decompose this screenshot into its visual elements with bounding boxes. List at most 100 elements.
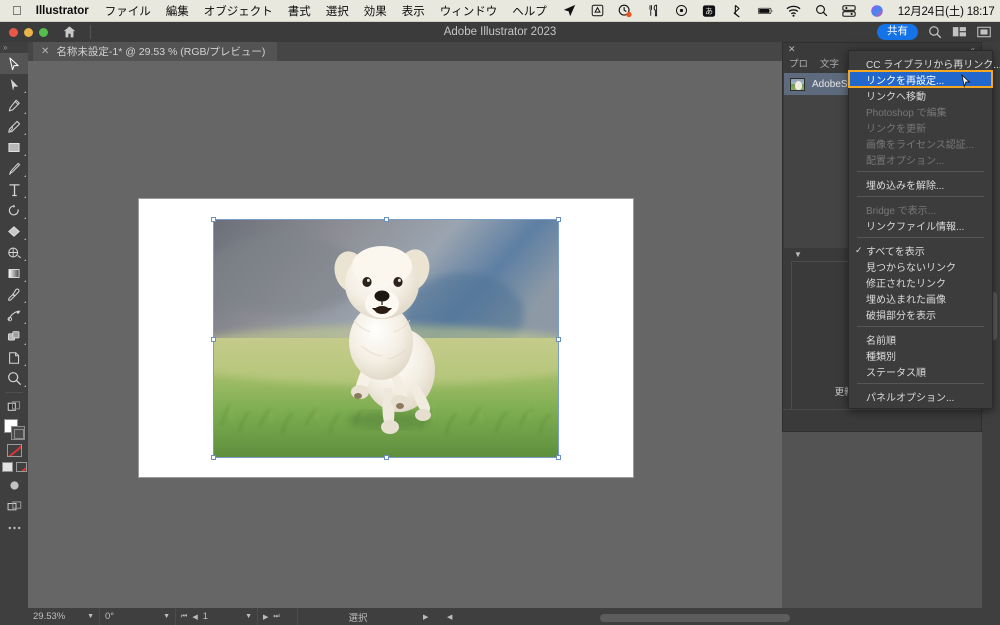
chevron-down-icon[interactable]: ▼ xyxy=(245,613,252,620)
last-artboard-icon[interactable]: ⏭ xyxy=(273,613,279,621)
zoom-level-value: 29.53% xyxy=(33,611,66,622)
prev-artboard-icon[interactable]: ◀ xyxy=(192,613,197,621)
change-screen-mode-icon[interactable] xyxy=(0,396,28,417)
zoom-level-control[interactable]: 29.53% ▼ xyxy=(28,608,100,625)
mouse-cursor-icon xyxy=(961,74,972,88)
arrange-documents-icon[interactable] xyxy=(952,26,967,38)
placed-dog-image[interactable] xyxy=(214,220,558,457)
draw-mode-icon[interactable] xyxy=(0,475,28,496)
menu-item-go-to-link[interactable]: リンクへ移動 xyxy=(849,87,992,103)
stroke-swatch[interactable] xyxy=(11,426,25,440)
menu-item-sort-by-kind[interactable]: 種類別 xyxy=(849,347,992,363)
share-button[interactable]: 共有 xyxy=(877,24,918,40)
tab-character[interactable]: 文字 xyxy=(814,54,845,73)
pen-tool[interactable] xyxy=(0,95,28,116)
zoom-tool[interactable] xyxy=(0,368,28,389)
menu-item-link-file-info[interactable]: リンクファイル情報... xyxy=(849,217,992,233)
artboard-navigation[interactable]: ⏮ ◀ 1 ▼ xyxy=(176,608,258,625)
wifi-icon[interactable] xyxy=(786,3,801,18)
timemachine-icon[interactable] xyxy=(618,3,633,18)
menu-view[interactable]: 表示 xyxy=(402,3,425,19)
menu-app-name[interactable]: Illustrator xyxy=(36,5,89,17)
horizontal-scrollbar[interactable] xyxy=(600,614,790,622)
chevron-down-icon[interactable]: ▼ xyxy=(87,613,94,620)
menu-item-show-embedded[interactable]: 埋め込まれた画像 xyxy=(849,290,992,306)
none-color-icon[interactable] xyxy=(7,444,22,457)
menu-item-show-all[interactable]: ✓ すべてを表示 xyxy=(849,242,992,258)
expand-panel-icon[interactable]: » xyxy=(0,42,28,53)
menu-clock[interactable]: 12月24日(土) 18:17 xyxy=(898,3,995,19)
none-color-row[interactable] xyxy=(0,443,28,459)
gradient-tool[interactable] xyxy=(0,263,28,284)
more-tools-icon[interactable] xyxy=(0,517,28,538)
type-tool[interactable] xyxy=(0,179,28,200)
drive-icon[interactable] xyxy=(590,3,605,18)
close-icon[interactable]: ✕ xyxy=(41,46,49,57)
menu-item-sort-by-status[interactable]: ステータス順 xyxy=(849,363,992,379)
control-center-icon[interactable] xyxy=(842,3,857,18)
next-artboard-icon[interactable]: ▶ xyxy=(263,613,268,621)
status-menu-icon[interactable]: ▶ xyxy=(418,608,442,625)
fill-stroke-swatches[interactable] xyxy=(0,417,28,443)
first-artboard-icon[interactable]: ⏮ xyxy=(181,613,187,621)
tool-corner-indicator xyxy=(24,196,26,198)
bluetooth-icon[interactable] xyxy=(730,3,745,18)
none-mode-icon[interactable] xyxy=(15,462,27,472)
record-icon[interactable] xyxy=(674,3,689,18)
menu-type[interactable]: 書式 xyxy=(288,3,311,19)
selection-tool[interactable] xyxy=(0,53,28,74)
menu-item-relink-from-cc-libraries[interactable]: CC ライブラリから再リンク... xyxy=(849,55,1000,71)
eyedropper-tool[interactable] xyxy=(0,284,28,305)
menu-item-panel-options[interactable]: パネルオプション... xyxy=(849,388,992,404)
menu-window[interactable]: ウィンドウ xyxy=(440,3,498,19)
menu-item-show-broken[interactable]: 破損部分を表示 xyxy=(849,306,992,322)
color-mode-row[interactable] xyxy=(0,459,28,475)
rectangle-tool[interactable] xyxy=(0,137,28,158)
rotate-tool[interactable] xyxy=(0,200,28,221)
menu-item-show-missing[interactable]: 見つからないリンク xyxy=(849,258,992,274)
menu-effect[interactable]: 効果 xyxy=(364,3,387,19)
menu-edit[interactable]: 編集 xyxy=(166,3,189,19)
menu-object[interactable]: オブジェクト xyxy=(204,3,273,19)
search-icon[interactable] xyxy=(814,3,829,18)
artboard-number[interactable]: 1 xyxy=(203,611,208,622)
close-icon[interactable]: ✕ xyxy=(788,44,796,55)
ime-kana-icon[interactable]: あ xyxy=(702,3,717,18)
document-tab[interactable]: ✕ 名称未設定-1* @ 29.53 % (RGB/プレビュー) xyxy=(33,42,278,61)
menu-select[interactable]: 選択 xyxy=(326,3,349,19)
artboard-tool[interactable] xyxy=(0,347,28,368)
menu-item-show-modified[interactable]: 修正されたリンク xyxy=(849,274,992,290)
tool-corner-indicator xyxy=(24,385,26,387)
direct-selection-tool[interactable] xyxy=(0,74,28,95)
symbol-sprayer-tool[interactable] xyxy=(0,326,28,347)
utensils-icon[interactable] xyxy=(646,3,661,18)
search-icon[interactable] xyxy=(928,25,942,39)
menu-file[interactable]: ファイル xyxy=(105,3,151,19)
apple-logo-icon[interactable]:  xyxy=(12,4,22,17)
screen-mode-icon[interactable] xyxy=(0,496,28,517)
status-resize-icon[interactable]: ◀ xyxy=(442,608,460,625)
menu-item-relink[interactable]: リンクを再設定... xyxy=(848,70,993,88)
battery-icon[interactable] xyxy=(757,3,773,18)
minimize-window-button[interactable] xyxy=(24,27,33,37)
paintbrush-tool[interactable] xyxy=(0,158,28,179)
screen-mode-icon[interactable] xyxy=(977,26,991,38)
gradient-mesh-tool[interactable] xyxy=(0,242,28,263)
home-icon[interactable] xyxy=(62,25,77,39)
shape-builder-tool[interactable] xyxy=(0,221,28,242)
color-mode-icon[interactable] xyxy=(1,462,13,472)
menu-item-unembed[interactable]: 埋め込みを解除... xyxy=(849,176,992,192)
menu-help[interactable]: ヘルプ xyxy=(512,3,547,19)
siri-icon[interactable] xyxy=(870,3,885,18)
maximize-window-button[interactable] xyxy=(39,27,48,37)
blend-tool[interactable] xyxy=(0,305,28,326)
artboard-navigation-next[interactable]: ▶ ⏭ xyxy=(258,608,298,625)
chevron-down-icon[interactable]: ▼ xyxy=(163,613,170,620)
curvature-tool[interactable] xyxy=(0,116,28,137)
location-arrow-icon[interactable] xyxy=(562,3,577,18)
canvas-area[interactable] xyxy=(28,61,782,608)
menu-item-sort-by-name[interactable]: 名前順 xyxy=(849,331,992,347)
close-window-button[interactable] xyxy=(9,27,18,37)
tab-properties[interactable]: プロ xyxy=(783,54,814,73)
rotation-control[interactable]: 0° ▼ xyxy=(100,608,176,625)
